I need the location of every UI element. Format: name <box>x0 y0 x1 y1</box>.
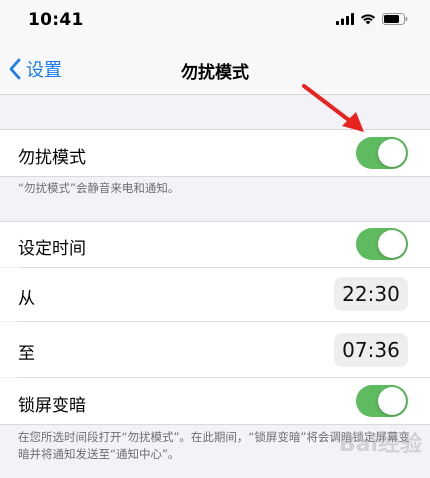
dim-lock-screen-row: 锁屏变暗 <box>0 378 430 424</box>
dnd-label: 勿扰模式 <box>18 148 86 168</box>
switch-knob <box>378 230 406 258</box>
switch-knob <box>378 387 406 415</box>
to-time[interactable]: 07:36 <box>334 333 408 367</box>
schedule-toggle[interactable] <box>356 228 408 260</box>
from-row[interactable]: 从 22:30 <box>0 268 430 321</box>
group-border <box>0 424 430 425</box>
group-border <box>0 176 430 177</box>
switch-knob <box>378 139 406 167</box>
schedule-label: 设定时间 <box>18 239 86 259</box>
dim-lock-screen-toggle[interactable] <box>356 385 408 417</box>
from-time[interactable]: 22:30 <box>334 277 408 311</box>
dnd-toggle[interactable] <box>356 137 408 169</box>
schedule-row: 设定时间 <box>0 222 430 267</box>
dim-lock-screen-label: 锁屏变暗 <box>18 396 86 416</box>
annotation-arrow-icon <box>302 84 364 132</box>
to-row[interactable]: 至 07:36 <box>0 322 430 377</box>
to-label: 至 <box>18 344 35 364</box>
dnd-footnote: “勿扰模式”会静音来电和通知。 <box>18 181 180 195</box>
status-bar: 10:41 <box>0 0 430 44</box>
battery-icon <box>382 13 408 25</box>
watermark: Bai经验 <box>338 432 422 457</box>
cellular-signal-icon <box>336 13 354 25</box>
status-time: 10:41 <box>28 10 84 30</box>
wifi-icon <box>361 14 375 25</box>
status-icons <box>336 13 408 25</box>
from-label: 从 <box>18 289 35 309</box>
